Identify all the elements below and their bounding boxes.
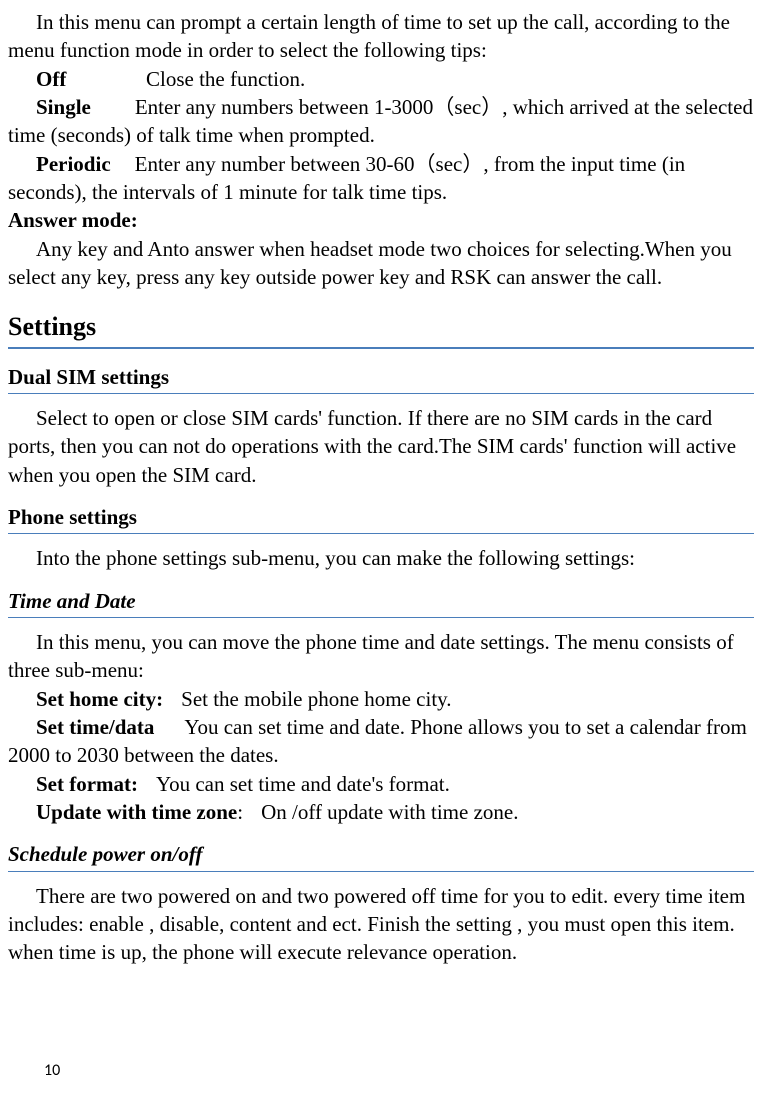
document-page: In this menu can prompt a certain length… <box>8 8 754 1094</box>
update-timezone-desc: On /off update with time zone. <box>261 800 518 824</box>
set-home-city-label: Set home city: <box>36 687 163 711</box>
option-off: Off Close the function. <box>8 65 754 93</box>
single-label: Single <box>36 95 91 119</box>
dual-sim-body: Select to open or close SIM cards' funct… <box>8 404 754 489</box>
heading-settings: Settings <box>8 309 754 348</box>
heading-phone-settings: Phone settings <box>8 503 754 534</box>
option-periodic: PeriodicEnter any number between 30-60（s… <box>8 150 754 207</box>
schedule-power-body: There are two powered on and two powered… <box>8 882 754 967</box>
set-home-city-desc: Set the mobile phone home city. <box>181 687 451 711</box>
periodic-label: Periodic <box>36 152 111 176</box>
off-label: Off <box>8 65 118 93</box>
set-format-row: Set format: You can set time and date's f… <box>8 770 754 798</box>
set-home-city-row: Set home city: Set the mobile phone home … <box>8 685 754 713</box>
update-timezone-row: Update with time zone: On /off update wit… <box>8 798 754 826</box>
update-timezone-colon: : <box>237 800 243 824</box>
intro-paragraph: In this menu can prompt a certain length… <box>8 8 754 65</box>
phone-settings-body: Into the phone settings sub-menu, you ca… <box>8 544 754 572</box>
off-desc: Close the function. <box>118 65 754 93</box>
single-desc: Enter any numbers between 1-3000（sec）, w… <box>8 95 753 147</box>
answer-mode-body: Any key and Anto answer when headset mod… <box>8 235 754 292</box>
heading-dual-sim: Dual SIM settings <box>8 363 754 394</box>
answer-mode-heading: Answer mode: <box>8 206 754 234</box>
heading-time-date: Time and Date <box>8 587 754 618</box>
option-single: SingleEnter any numbers between 1-3000（s… <box>8 93 754 150</box>
time-date-intro: In this menu, you can move the phone tim… <box>8 628 754 685</box>
set-time-data-row: Set time/dataYou can set time and date. … <box>8 713 754 770</box>
page-number: 10 <box>44 1060 60 1082</box>
update-timezone-label: Update with time zone <box>36 800 237 824</box>
heading-schedule-power: Schedule power on/off <box>8 840 754 871</box>
set-format-desc: You can set time and date's format. <box>156 772 450 796</box>
set-format-label: Set format: <box>36 772 138 796</box>
set-time-data-label: Set time/data <box>36 715 154 739</box>
